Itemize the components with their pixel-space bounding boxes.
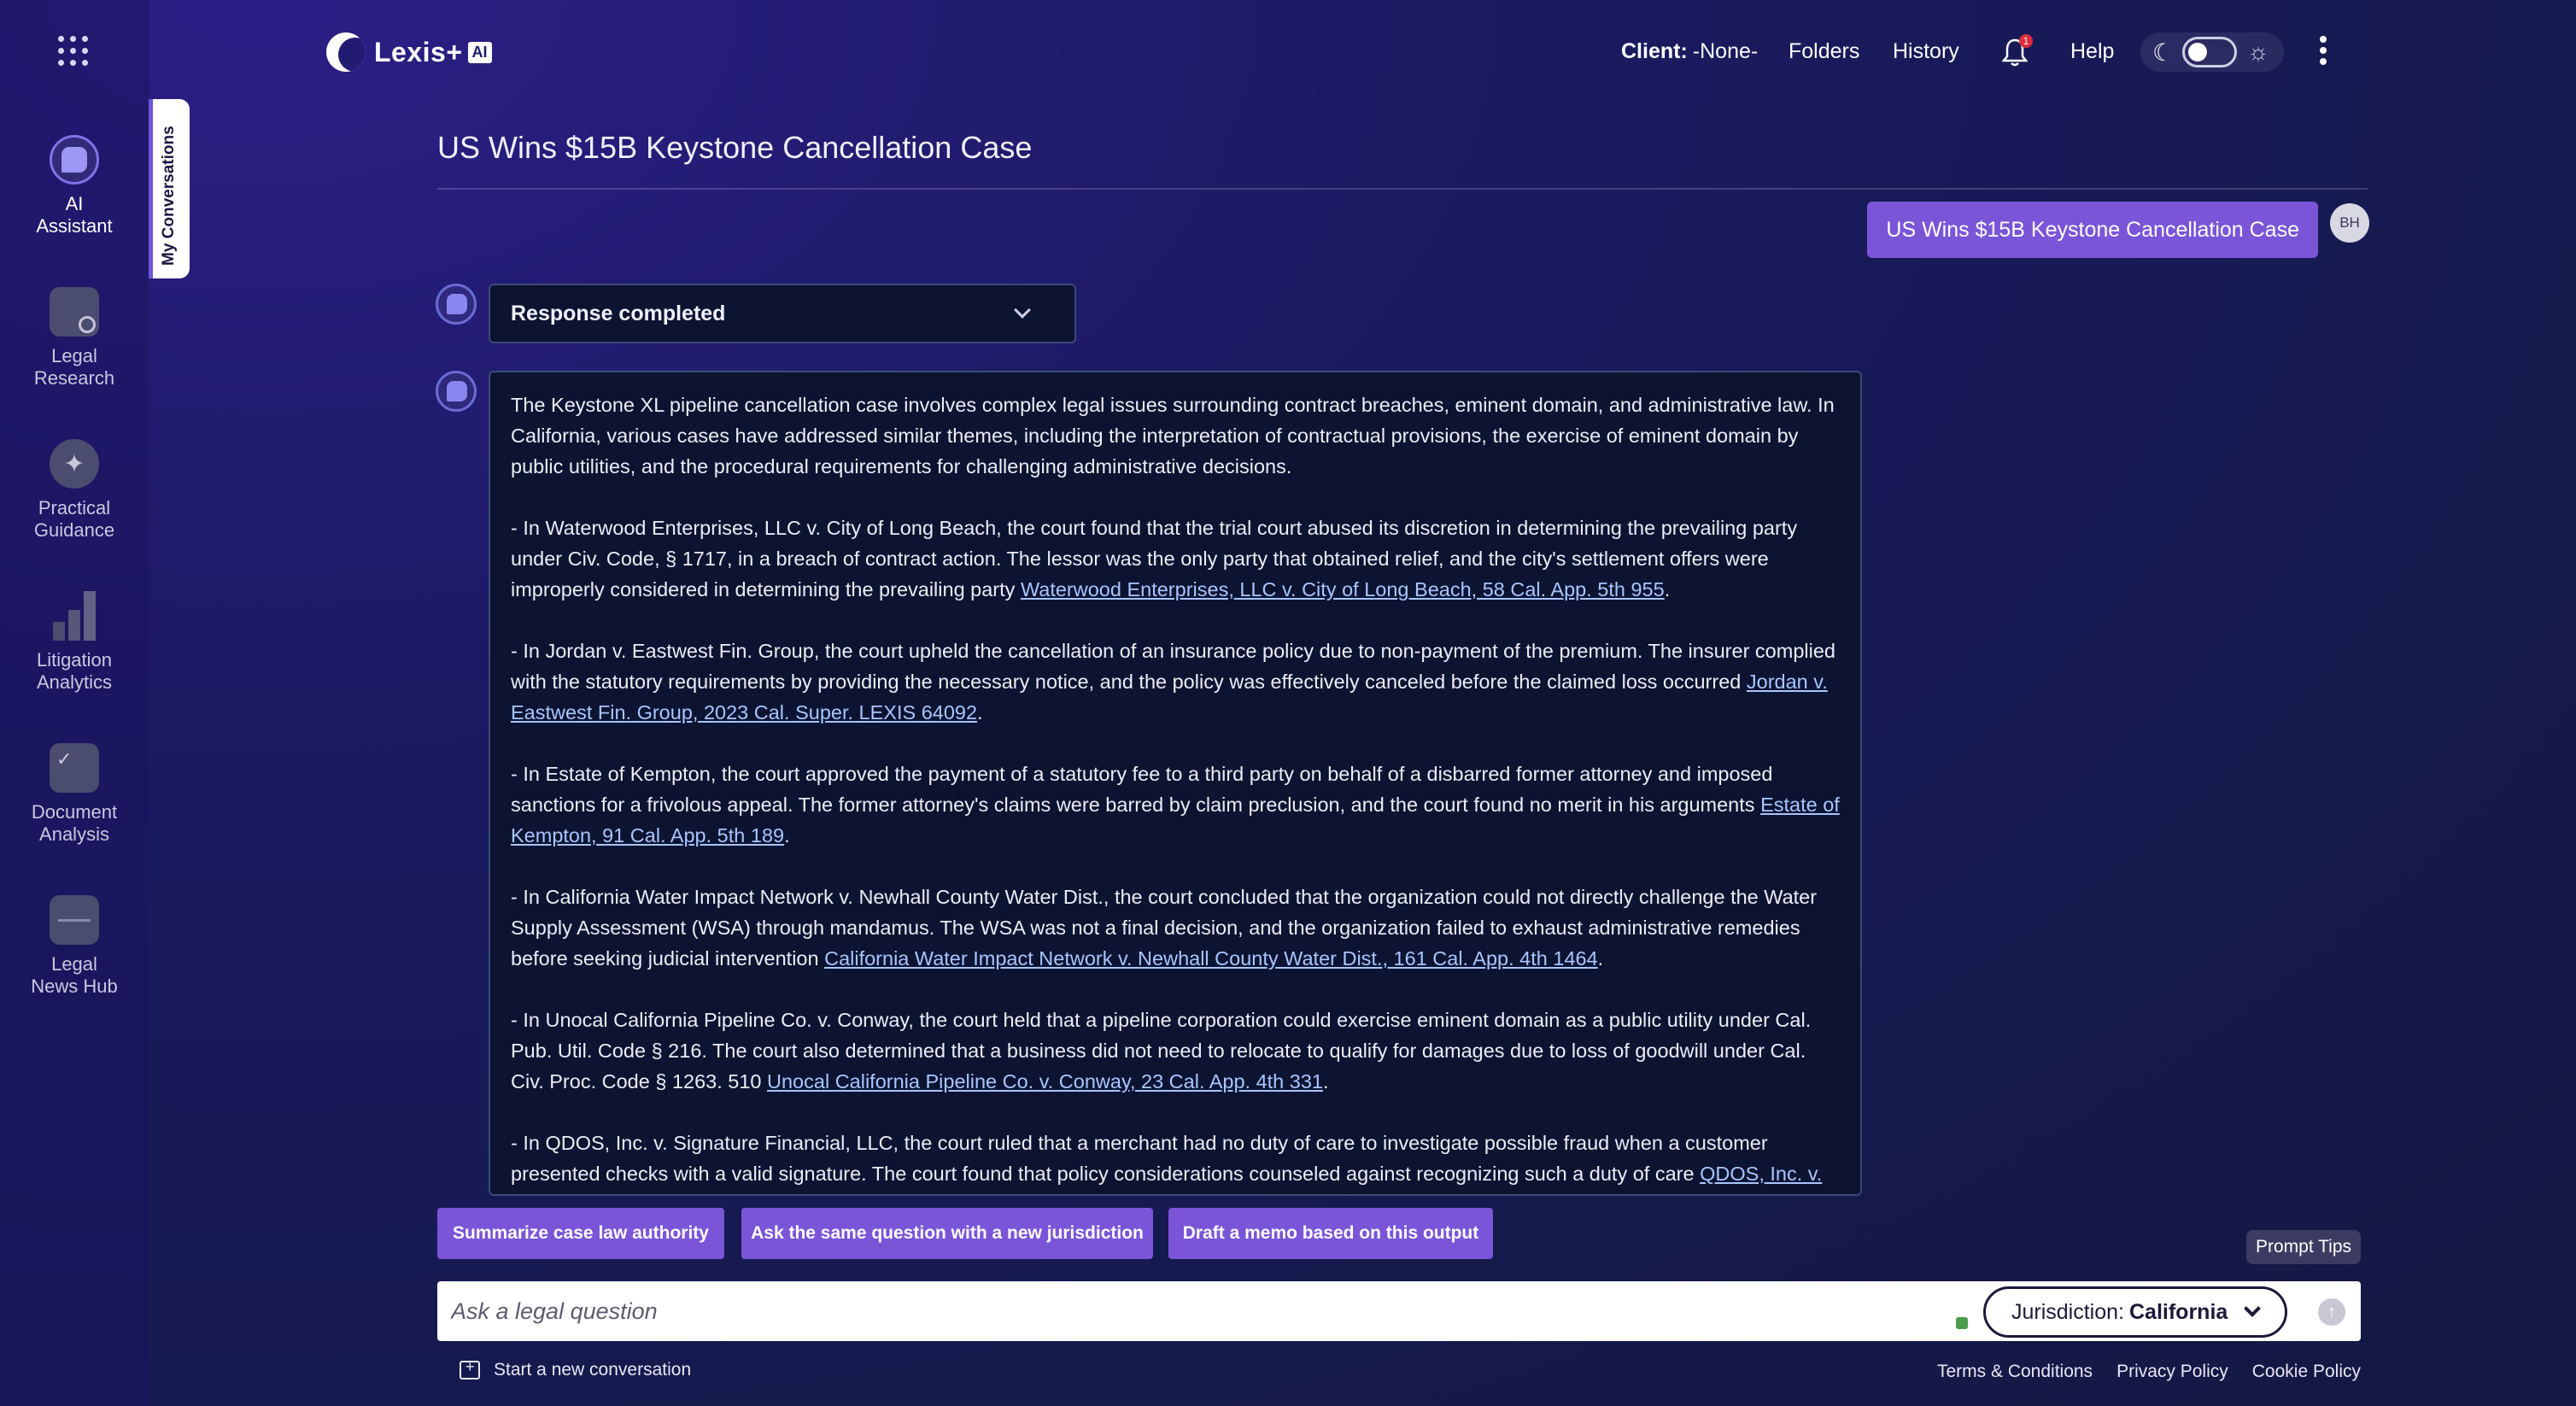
rail-item-label: Document Analysis [31, 801, 118, 845]
apps-grid-icon[interactable] [58, 36, 89, 67]
brand-name: Lexis+ [374, 36, 463, 67]
new-conversation-button[interactable]: Start a new conversation [460, 1358, 692, 1380]
question-input[interactable] [451, 1281, 1946, 1341]
rail-item-practical-guidance[interactable]: ✦ Practical Guidance [0, 439, 149, 542]
chevron-down-icon [2244, 1300, 2262, 1317]
response-item: - In Estate of Kempton, the court approv… [511, 763, 1840, 847]
sun-icon: ☼ [2247, 38, 2269, 65]
rail-item-label: Legal News Hub [31, 953, 118, 997]
client-selector[interactable]: Client: -None- [1621, 34, 1758, 68]
practical-guidance-icon: ✦ [50, 439, 99, 489]
status-indicator [1956, 1317, 1968, 1329]
bell-icon[interactable]: 1 [2002, 34, 2033, 68]
rail-item-label: AI Assistant [36, 193, 113, 237]
new-conversation-label: Start a new conversation [494, 1360, 692, 1380]
brand-badge: AI [467, 41, 492, 63]
response-item: - In QDOS, Inc. v. Signature Financial, … [511, 1128, 1841, 1194]
send-icon[interactable]: ↑ [2318, 1298, 2345, 1326]
privacy-link[interactable]: Privacy Policy [2116, 1362, 2228, 1382]
prompt-tips-button[interactable]: Prompt Tips [2246, 1230, 2361, 1264]
ai-assistant-icon [50, 135, 99, 185]
rail-item-ai-assistant[interactable]: AI Assistant [0, 135, 149, 237]
legal-research-icon [50, 287, 99, 337]
suggestion-draft-memo-button[interactable]: Draft a memo based on this output [1168, 1208, 1493, 1259]
rail-item-document-analysis[interactable]: ✓ Document Analysis [0, 743, 149, 846]
terms-link[interactable]: Terms & Conditions [1937, 1362, 2093, 1382]
jurisdiction-label: Jurisdiction: [2011, 1299, 2124, 1324]
title-divider [437, 188, 2368, 190]
lexis-logo-mark [326, 32, 366, 72]
rail-item-legal-news-hub[interactable]: Legal News Hub [0, 895, 149, 998]
lexis-logo[interactable]: Lexis+ AI [326, 32, 492, 72]
notification-badge: 1 [2019, 34, 2033, 48]
my-conversations-tab[interactable]: My Conversations [149, 99, 190, 278]
nav-help[interactable]: Help [2070, 34, 2114, 68]
citation-link[interactable]: Waterwood Enterprises, LLC v. City of Lo… [1021, 578, 1665, 600]
avatar[interactable]: BH [2330, 203, 2369, 243]
footer-links: Terms & Conditions Privacy Policy Cookie… [1937, 1362, 2361, 1382]
suggestion-summarize-button[interactable]: Summarize case law authority [437, 1208, 724, 1259]
legal-news-icon [50, 895, 99, 945]
moon-icon: ☾ [2152, 38, 2175, 66]
litigation-analytics-icon [50, 591, 99, 641]
left-rail: AI Assistant Legal Research ✦ Practical … [0, 0, 149, 1406]
assistant-response: The Keystone XL pipeline cancellation ca… [489, 371, 1862, 1196]
response-item: - In Waterwood Enterprises, LLC v. City … [511, 517, 1798, 600]
response-item: - In Jordan v. Eastwest Fin. Group, the … [511, 640, 1835, 724]
client-label: Client: [1621, 38, 1688, 63]
response-intro: The Keystone XL pipeline cancellation ca… [511, 394, 1835, 477]
user-message: US Wins $15B Keystone Cancellation Case [1867, 202, 2318, 258]
nav-history[interactable]: History [1893, 34, 1959, 68]
client-value: -None- [1692, 38, 1759, 63]
document-analysis-icon: ✓ [50, 743, 99, 793]
jurisdiction-value: California [2129, 1299, 2228, 1324]
assistant-avatar-icon [436, 371, 477, 412]
theme-toggle[interactable]: ☾ ☼ [2140, 32, 2284, 72]
rail-item-litigation-analytics[interactable]: Litigation Analytics [0, 591, 149, 694]
conversation-title: US Wins $15B Keystone Cancellation Case [437, 130, 1033, 165]
my-conversations-label: My Conversations [160, 126, 178, 266]
rail-item-label: Litigation Analytics [36, 649, 113, 693]
response-item: - In Unocal California Pipeline Co. v. C… [511, 1009, 1812, 1093]
nav-folders[interactable]: Folders [1789, 34, 1859, 68]
more-options-icon[interactable] [2315, 36, 2332, 70]
assistant-avatar-icon [436, 284, 477, 325]
citation-link[interactable]: California Water Impact Network v. Newha… [824, 947, 1598, 970]
citation-link[interactable]: Unocal California Pipeline Co. v. Conway… [767, 1070, 1323, 1093]
jurisdiction-selector[interactable]: Jurisdiction: California [1983, 1286, 2287, 1338]
theme-switch[interactable] [2182, 37, 2238, 67]
rail-item-legal-research[interactable]: Legal Research [0, 287, 149, 390]
rail-item-label: Practical Guidance [33, 497, 115, 541]
response-status-text: Response completed [511, 301, 726, 325]
rail-item-label: Legal Research [33, 345, 115, 389]
chevron-down-icon [1014, 302, 1031, 319]
response-status-dropdown[interactable]: Response completed [489, 284, 1076, 343]
new-conversation-icon [460, 1358, 480, 1380]
cookie-link[interactable]: Cookie Policy [2252, 1362, 2361, 1382]
suggestion-new-jurisdiction-button[interactable]: Ask the same question with a new jurisdi… [741, 1208, 1153, 1259]
response-item: - In California Water Impact Network v. … [511, 886, 1818, 970]
